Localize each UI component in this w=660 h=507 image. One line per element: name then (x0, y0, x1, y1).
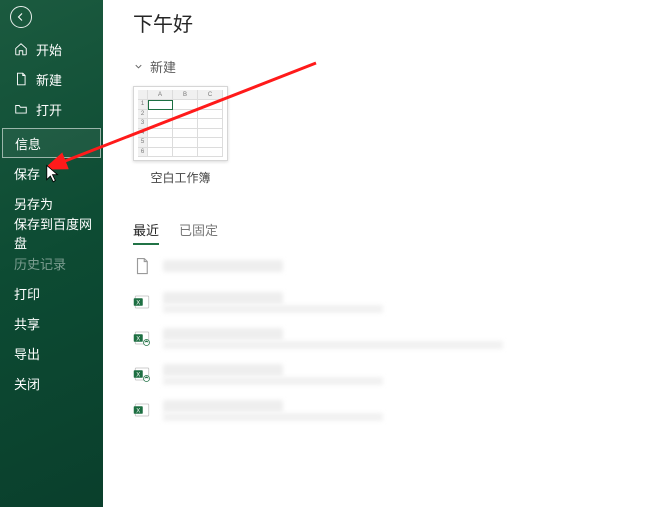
template-blank-workbook[interactable]: ABC 1 2 3 4 5 6 空白工作簿 (133, 86, 228, 186)
svg-text:X: X (136, 336, 140, 342)
svg-text:X: X (136, 408, 140, 414)
svg-text:X: X (136, 372, 140, 378)
svg-text:X: X (136, 300, 140, 306)
sidebar-item-label: 信息 (15, 134, 41, 153)
new-doc-icon (14, 72, 28, 86)
template-label: 空白工作簿 (150, 169, 210, 186)
template-thumb: ABC 1 2 3 4 5 6 (133, 86, 228, 161)
greeting-title: 下午好 (133, 8, 660, 37)
sidebar-item-share[interactable]: 共享 (0, 308, 103, 338)
tab-pinned[interactable]: 已固定 (179, 220, 218, 245)
sidebar-item-print[interactable]: 打印 (0, 278, 103, 308)
sidebar-item-label: 共享 (14, 314, 40, 333)
recent-list: X X X X (133, 255, 660, 421)
recent-item[interactable]: X (133, 327, 660, 349)
excel-file-icon: X (133, 399, 151, 421)
sidebar-item-save-baidu[interactable]: 保存到百度网盘 (0, 218, 103, 248)
sidebar-item-info[interactable]: 信息 (2, 128, 101, 158)
recent-item[interactable] (133, 255, 660, 277)
sidebar-item-new[interactable]: 新建 (0, 64, 103, 94)
sidebar-item-open[interactable]: 打开 (0, 94, 103, 124)
sidebar-item-label: 关闭 (14, 374, 40, 393)
sidebar-item-label: 保存 (14, 164, 40, 183)
sidebar-item-close[interactable]: 关闭 (0, 368, 103, 398)
new-section-label: 新建 (150, 57, 176, 76)
open-folder-icon (14, 102, 28, 116)
generic-doc-icon (133, 255, 151, 277)
sidebar-item-label: 打印 (14, 284, 40, 303)
chevron-down-icon (133, 61, 144, 72)
sidebar-item-label: 打开 (36, 100, 62, 119)
tab-recent[interactable]: 最近 (133, 220, 159, 245)
back-arrow-icon (15, 11, 27, 23)
sidebar-item-label: 导出 (14, 344, 40, 363)
sidebar-item-label: 另存为 (14, 194, 53, 213)
recent-item[interactable]: X (133, 363, 660, 385)
excel-shared-file-icon: X (133, 363, 151, 385)
new-section-toggle[interactable]: 新建 (133, 57, 660, 76)
sidebar-item-save[interactable]: 保存 (0, 158, 103, 188)
recent-item[interactable]: X (133, 291, 660, 313)
recent-item[interactable]: X (133, 399, 660, 421)
excel-file-icon: X (133, 291, 151, 313)
sidebar-item-home[interactable]: 开始 (0, 34, 103, 64)
excel-shared-file-icon: X (133, 327, 151, 349)
sidebar-item-export[interactable]: 导出 (0, 338, 103, 368)
sidebar-item-label: 新建 (36, 70, 62, 89)
back-button[interactable] (10, 6, 32, 28)
sidebar-item-label: 保存到百度网盘 (14, 214, 103, 252)
sidebar-item-label: 历史记录 (14, 254, 66, 273)
home-icon (14, 42, 28, 56)
sidebar-item-label: 开始 (36, 40, 62, 59)
sidebar-item-history: 历史记录 (0, 248, 103, 278)
